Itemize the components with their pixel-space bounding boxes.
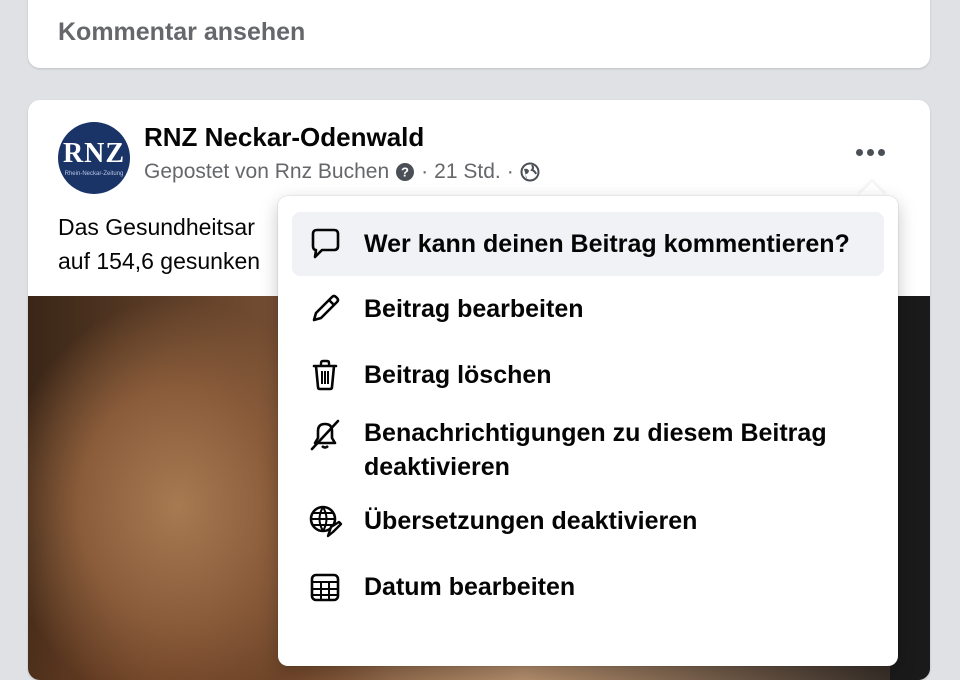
post-meta: Gepostet von Rnz Buchen ? · 21 Std. · bbox=[144, 160, 540, 184]
avatar-logo-text: RNZ bbox=[62, 137, 126, 169]
meta-separator: · bbox=[506, 160, 514, 183]
menu-item-label: Übersetzungen deaktivieren bbox=[364, 507, 698, 535]
menu-item-who-can-comment[interactable]: Wer kann deinen Beitrag kommentieren? bbox=[292, 212, 884, 276]
avatar-logo-subtext: Rhein-Neckar-Zeitung bbox=[64, 170, 124, 177]
view-comments-link[interactable]: Kommentar ansehen bbox=[58, 18, 305, 47]
menu-item-label: Beitrag bearbeiten bbox=[364, 295, 584, 323]
post-time-link[interactable]: 21 Std. bbox=[434, 160, 501, 184]
menu-item-disable-notifications[interactable]: Benachrichtigungen zu diesem Beitrag dea… bbox=[292, 414, 884, 484]
posted-by-label: Gepostet von Rnz Buchen bbox=[144, 160, 390, 183]
page-name-link[interactable]: RNZ Neckar-Odenwald bbox=[144, 122, 424, 153]
more-dot-icon bbox=[877, 148, 885, 156]
menu-item-label: Beitrag löschen bbox=[364, 361, 552, 389]
question-circle-icon[interactable]: ? bbox=[395, 162, 415, 182]
bell-off-icon bbox=[306, 416, 344, 454]
previous-post-card: Kommentar ansehen bbox=[28, 0, 930, 68]
menu-item-delete-post[interactable]: Beitrag löschen bbox=[292, 356, 884, 394]
more-dot-icon bbox=[866, 148, 874, 156]
menu-item-label: Wer kann deinen Beitrag kommentieren? bbox=[364, 230, 850, 258]
menu-item-label: Benachrichtigungen zu diesem Beitrag dea… bbox=[364, 419, 827, 481]
svg-text:?: ? bbox=[401, 165, 409, 180]
calendar-icon bbox=[306, 568, 344, 606]
globe-translate-icon bbox=[306, 502, 344, 540]
more-dot-icon bbox=[855, 148, 863, 156]
trash-icon bbox=[306, 356, 344, 394]
meta-separator: · bbox=[421, 160, 429, 183]
page-avatar[interactable]: RNZ Rhein-Neckar-Zeitung bbox=[58, 122, 130, 194]
post-options-button[interactable] bbox=[850, 140, 890, 164]
menu-item-edit-post[interactable]: Beitrag bearbeiten bbox=[292, 290, 884, 328]
globe-icon[interactable] bbox=[520, 162, 540, 182]
post-options-menu: Wer kann deinen Beitrag kommentieren? Be… bbox=[278, 196, 898, 666]
menu-item-label: Datum bearbeiten bbox=[364, 573, 576, 601]
comment-icon bbox=[306, 225, 344, 263]
pencil-icon bbox=[306, 290, 344, 328]
menu-item-disable-translations[interactable]: Übersetzungen deaktivieren bbox=[292, 502, 884, 540]
menu-item-edit-date[interactable]: Datum bearbeiten bbox=[292, 568, 884, 606]
